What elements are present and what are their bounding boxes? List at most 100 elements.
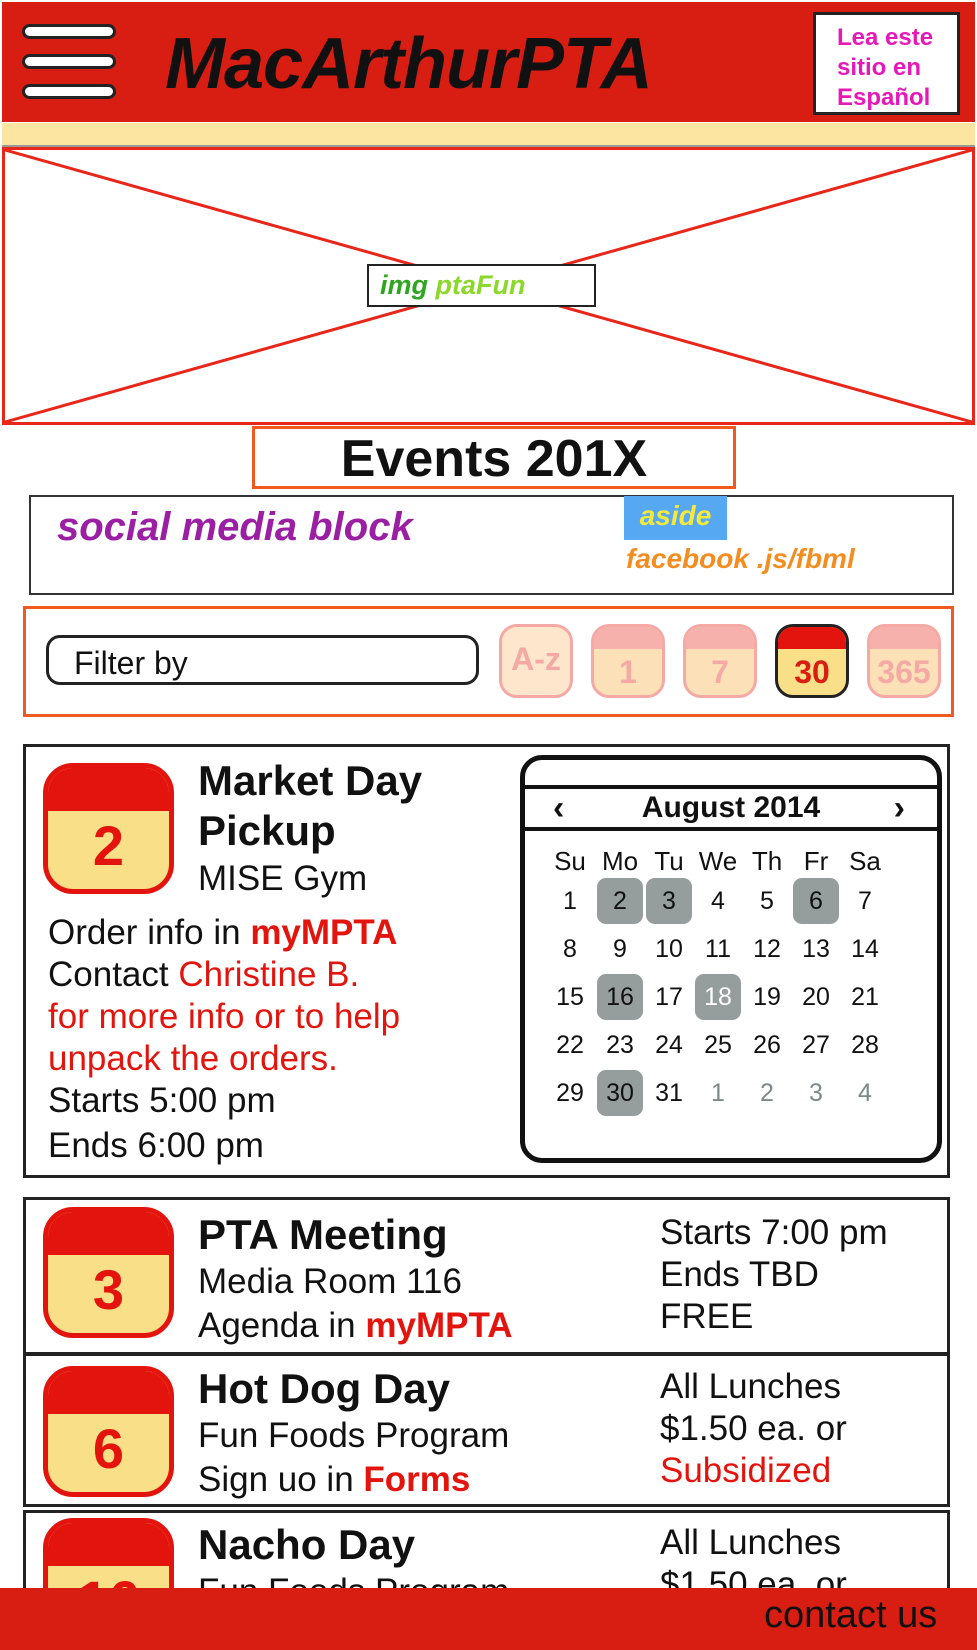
- calendar-day[interactable]: 20: [793, 974, 839, 1020]
- filter-button-label: 365: [877, 654, 931, 690]
- calendar-day[interactable]: 14: [842, 926, 888, 972]
- calendar-day[interactable]: 29: [547, 1070, 593, 1116]
- help-info-text[interactable]: for more info or to help: [48, 996, 400, 1038]
- calendar-day[interactable]: 17: [646, 974, 692, 1020]
- image-label-name: ptaFun: [435, 270, 526, 300]
- filter-az-button[interactable]: A-z: [499, 624, 573, 698]
- event-location: Media Room 116: [198, 1262, 462, 1301]
- calendar-weekday: Sa: [849, 846, 881, 876]
- calendar-day[interactable]: 4: [842, 1070, 888, 1116]
- calendar-day[interactable]: 25: [695, 1022, 741, 1068]
- calendar-day[interactable]: 26: [744, 1022, 790, 1068]
- filter-input[interactable]: Filter by: [46, 635, 479, 685]
- event-contact: Contact Christine B.: [48, 954, 359, 996]
- calendar-day[interactable]: 8: [547, 926, 593, 972]
- calendar-day[interactable]: 9: [597, 926, 643, 972]
- event-location: MISE Gym: [198, 859, 368, 898]
- contact-text: Contact: [48, 955, 179, 994]
- lunch-info: All Lunches: [660, 1523, 841, 1562]
- calendar-cap: [870, 627, 938, 649]
- event-end-time: Ends TBD: [660, 1255, 819, 1294]
- filter-365-day-button[interactable]: 365: [867, 624, 941, 698]
- calendar-day[interactable]: 21: [842, 974, 888, 1020]
- calendar-day[interactable]: 13: [793, 926, 839, 972]
- calendar-day[interactable]: 2: [744, 1070, 790, 1116]
- mympta-link[interactable]: myMPTA: [365, 1306, 512, 1345]
- event-day: 6: [92, 1417, 125, 1480]
- social-media-label: social media block: [57, 505, 413, 549]
- event-agenda: Agenda in myMPTA: [198, 1305, 513, 1347]
- header-strip: [2, 123, 975, 147]
- calendar-day[interactable]: 5: [744, 878, 790, 924]
- calendar-day[interactable]: 11: [695, 926, 741, 972]
- calendar-date-icon: 3: [43, 1207, 174, 1338]
- event-start-time: Starts 7:00 pm: [660, 1213, 888, 1252]
- spanish-language-link[interactable]: Lea este sitio en Español: [813, 12, 960, 115]
- calendar-month: August 2014: [641, 791, 821, 824]
- month-calendar: ‹ August 2014 › Su Mo Tu We Th Fr Sa 1 2 3 4 5 6 7 8 9 1…: [520, 755, 942, 1163]
- filter-button-label: 30: [794, 654, 830, 690]
- calendar-day[interactable]: 30: [597, 1070, 643, 1116]
- contact-us-link[interactable]: contact us: [764, 1594, 937, 1637]
- calendar-weekday: Th: [751, 846, 783, 876]
- forms-link[interactable]: Forms: [363, 1460, 470, 1499]
- mympta-link[interactable]: myMPTA: [250, 913, 397, 952]
- signup-text: Sign uo in: [198, 1460, 364, 1499]
- image-label: img ptaFun: [367, 264, 596, 307]
- facebook-embed-label[interactable]: facebook .js/fbml: [626, 543, 855, 575]
- calendar-date-icon: 6: [43, 1366, 174, 1497]
- calendar-day[interactable]: 24: [646, 1022, 692, 1068]
- calendar-day[interactable]: 7: [842, 878, 888, 924]
- filter-7-day-button[interactable]: 7: [683, 624, 757, 698]
- lang-line: Español: [837, 84, 931, 111]
- hamburger-menu-icon[interactable]: [22, 24, 116, 100]
- calendar-day[interactable]: 3: [646, 878, 692, 924]
- calendar-day[interactable]: 28: [842, 1022, 888, 1068]
- calendar-weekday: Fr: [803, 846, 829, 876]
- event-title[interactable]: Pickup: [198, 806, 336, 856]
- calendar-day[interactable]: 1: [547, 878, 593, 924]
- calendar-weekday: Su: [554, 846, 586, 876]
- calendar-weekday: Tu: [654, 846, 684, 876]
- calendar-day[interactable]: 22: [547, 1022, 593, 1068]
- calendar-day[interactable]: 6: [793, 878, 839, 924]
- subsidized-link[interactable]: Subsidized: [660, 1450, 831, 1492]
- calendar-date-icon: 2: [43, 763, 174, 894]
- event-title[interactable]: PTA Meeting: [198, 1210, 448, 1260]
- calendar-day[interactable]: 18: [695, 974, 741, 1020]
- filter-1-day-button[interactable]: 1: [591, 624, 665, 698]
- calendar-day[interactable]: 10: [646, 926, 692, 972]
- order-info-text: Order info in: [48, 913, 251, 952]
- calendar-weekday: Mo: [601, 846, 639, 876]
- calendar-day[interactable]: 23: [597, 1022, 643, 1068]
- calendar-day[interactable]: 4: [695, 878, 741, 924]
- event-signup: Sign uo in Forms: [198, 1459, 470, 1501]
- calendar-day[interactable]: 3: [793, 1070, 839, 1116]
- lang-line: sitio en: [837, 54, 922, 81]
- event-title[interactable]: Nacho Day: [198, 1520, 415, 1570]
- calendar-cap: [686, 627, 754, 649]
- lang-line: Lea este: [837, 24, 934, 51]
- site-title[interactable]: MacArthurPTA: [165, 28, 653, 100]
- calendar-cap: [594, 627, 662, 649]
- event-program: Fun Foods Program: [198, 1416, 510, 1455]
- contact-person-link[interactable]: Christine B.: [178, 955, 359, 994]
- event-title[interactable]: Hot Dog Day: [198, 1364, 450, 1414]
- event-title[interactable]: Market Day: [198, 756, 422, 806]
- calendar-day[interactable]: 19: [744, 974, 790, 1020]
- calendar-weekday: We: [698, 846, 738, 876]
- event-start-time: Starts 5:00 pm: [48, 1081, 276, 1120]
- calendar-day[interactable]: 15: [547, 974, 593, 1020]
- calendar-day[interactable]: 31: [646, 1070, 692, 1116]
- chevron-right-icon[interactable]: ›: [894, 789, 905, 828]
- calendar-day[interactable]: 16: [597, 974, 643, 1020]
- calendar-day[interactable]: 27: [793, 1022, 839, 1068]
- calendar-day[interactable]: 12: [744, 926, 790, 972]
- event-end-time: Ends 6:00 pm: [48, 1126, 264, 1165]
- filter-button-label: 7: [711, 654, 729, 690]
- calendar-day[interactable]: 1: [695, 1070, 741, 1116]
- filter-30-day-button[interactable]: 30: [775, 624, 849, 698]
- calendar-day[interactable]: 2: [597, 878, 643, 924]
- help-info-text[interactable]: unpack the orders.: [48, 1038, 338, 1080]
- calendar-cap: [778, 627, 846, 649]
